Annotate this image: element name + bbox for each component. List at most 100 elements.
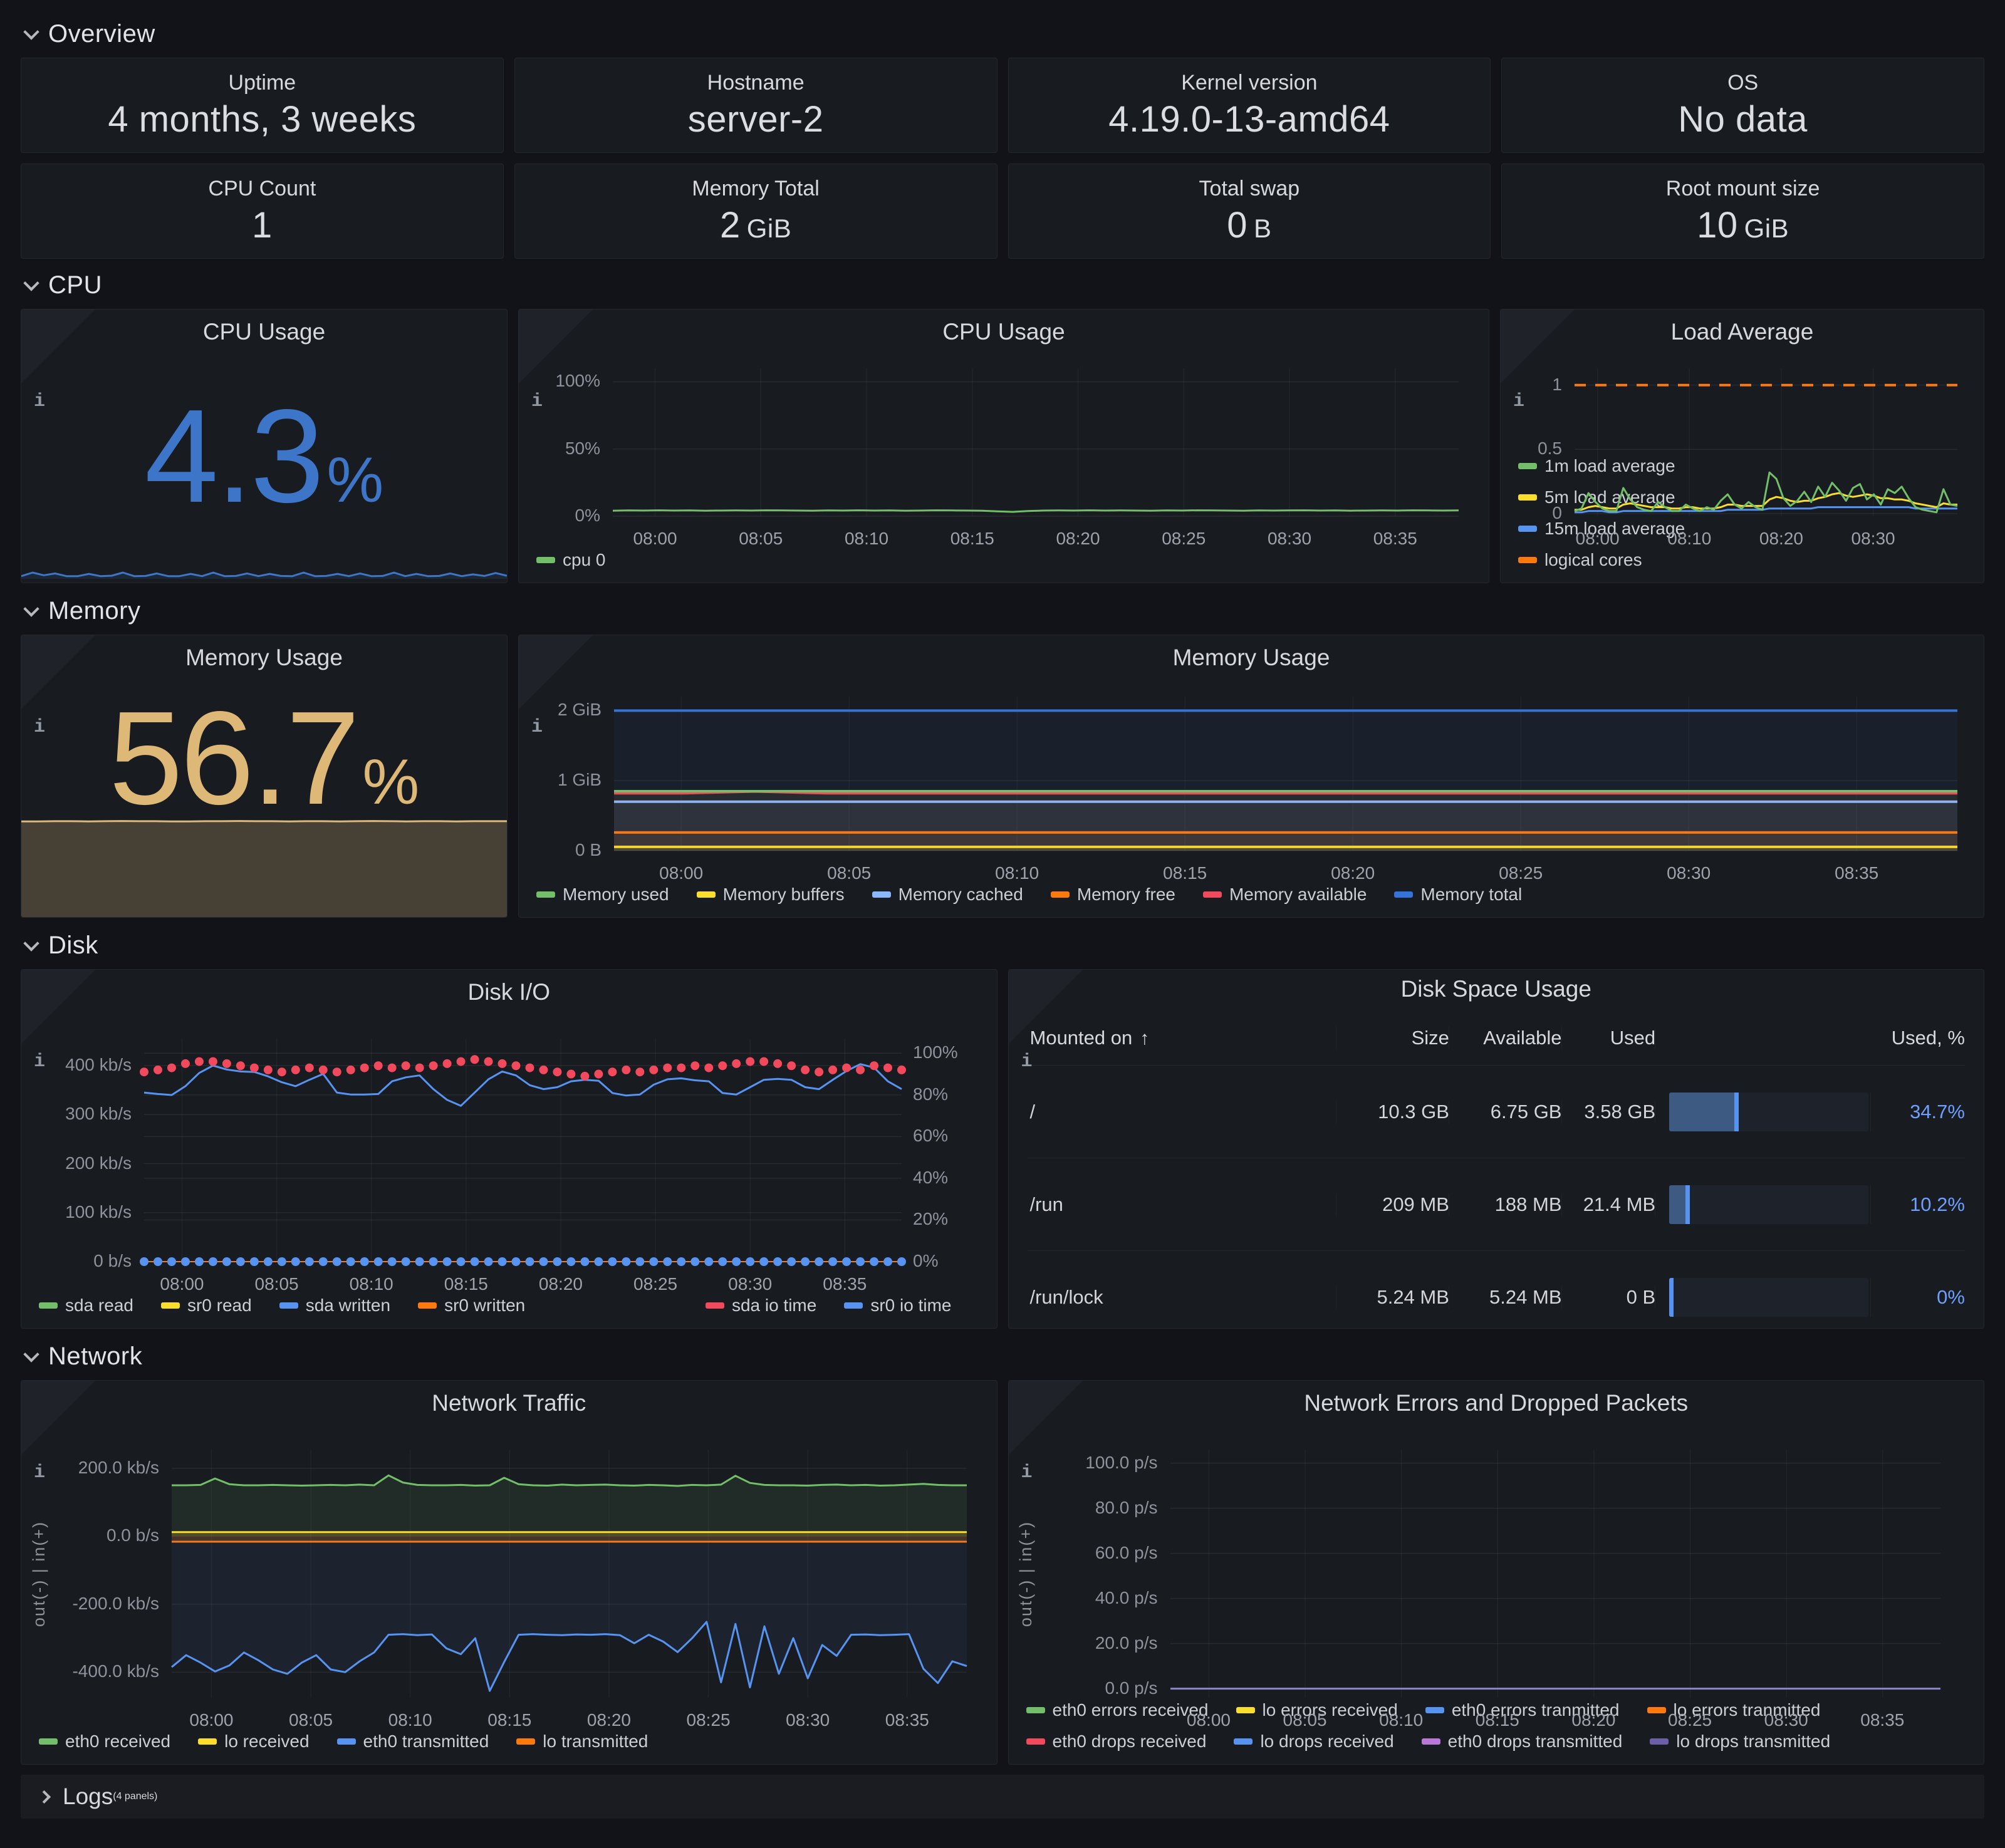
cell-size: 5.24 MB [1336,1286,1449,1309]
panel-title[interactable]: Network Errors and Dropped Packets [1009,1381,1984,1420]
x-axis-tick: 08:20 [587,1710,631,1730]
x-axis-tick: 08:05 [1283,1710,1327,1730]
x-axis-tick: 08:30 [1268,529,1311,549]
stat-label: Total swap [1199,177,1300,201]
cell-used: 0 B [1562,1286,1656,1309]
panel-title[interactable]: Memory Usage [519,635,1984,674]
panel-network-errors: i Network Errors and Dropped Packets 100… [1008,1380,1985,1765]
section-header-network[interactable]: Network [21,1339,1984,1374]
panel-title[interactable]: Network Traffic [21,1381,997,1420]
network-errors-chart[interactable]: 100.0 p/s80.0 p/s60.0 p/s40.0 p/s20.0 p/… [1009,1420,1984,1698]
stat-panel: Root mount size 10GiB [1501,164,1984,259]
stat-panel: Uptime 4 months, 3 weeks [21,58,504,153]
y-axis-tick: 20% [913,1209,948,1229]
panel-memory-usage-gauge: i Memory Usage 56.7% [21,635,508,918]
section-label: Overview [48,20,155,48]
cell-available: 6.75 GB [1449,1101,1562,1123]
x-axis-tick: 08:05 [739,529,783,549]
chevron-down-icon [23,24,39,39]
memory-usage-value: 56.7% [109,692,419,824]
table-row: / 10.3 GB 6.75 GB 3.58 GB 34.7% [1028,1065,1966,1158]
y-axis-tick: 0.5 [1501,439,1562,459]
table-row: /run 209 MB 188 MB 21.4 MB 10.2% [1028,1158,1966,1250]
stats-grid: Uptime 4 months, 3 weeksHostname server-… [21,58,1984,259]
stat-panel: Hostname server-2 [514,58,997,153]
x-axis-tick: 08:30 [1667,863,1711,883]
column-header-available[interactable]: Available [1449,1027,1562,1049]
panel-title[interactable]: CPU Usage [519,309,1489,348]
panel-disk-io: i Disk I/O 400 kb/s300 kb/s200 kb/s100 k… [21,969,997,1329]
y-axis-tick: 0 [1501,503,1562,523]
x-axis-tick: 08:30 [786,1710,830,1730]
stat-panel: CPU Count 1 [21,164,504,259]
stat-value: 0B [1227,201,1271,258]
cpu-usage-chart[interactable]: 100%50%0%08:0008:0508:1008:1508:2008:250… [519,348,1489,548]
panel-title[interactable]: Disk Space Usage [1009,970,1984,1002]
stat-label: Root mount size [1666,177,1820,201]
panel-load-average: i Load Average 10.5008:0008:1008:2008:30… [1500,309,1984,583]
stat-panel: Kernel version 4.19.0-13-amd64 [1008,58,1491,153]
x-axis-tick: 08:30 [728,1274,772,1294]
y-axis-tick: 1 GiB [519,770,602,790]
panel-info-icon[interactable]: i [519,309,593,383]
section-header-overview[interactable]: Overview [21,16,1984,51]
section-label: Disk [48,932,98,960]
x-axis-tick: 08:05 [827,863,871,883]
stat-value: server-2 [688,95,824,152]
x-axis-tick: 08:10 [995,863,1039,883]
cell-available: 188 MB [1449,1193,1562,1216]
panel-info-icon[interactable]: i [21,635,95,709]
memory-usage-chart[interactable]: 2 GiB1 GiB0 B08:0008:0508:1008:1508:2008… [519,674,1984,882]
y-axis-tick: 80% [913,1084,948,1104]
x-axis-tick: 08:35 [823,1274,867,1294]
panel-cpu-usage-chart: i CPU Usage 100%50%0%08:0008:0508:1008:1… [518,309,1489,583]
x-axis-tick: 08:25 [633,1274,677,1294]
column-header-used-pct[interactable]: Used, % [1871,1027,1965,1049]
section-header-cpu[interactable]: CPU [21,267,1984,303]
panel-network-traffic: i Network Traffic 200.0 kb/s0.0 b/s-200.… [21,1380,997,1765]
stat-label: Memory Total [692,177,819,201]
chevron-right-icon [38,1790,51,1803]
x-axis-tick: 08:15 [1476,1710,1519,1730]
x-axis-tick: 08:10 [1379,1710,1423,1730]
x-axis-tick: 08:00 [160,1274,204,1294]
stat-label: Hostname [707,71,805,95]
panel-info-icon[interactable]: i [1501,309,1575,383]
column-header-size[interactable]: Size [1336,1027,1449,1049]
stat-label: OS [1727,71,1758,95]
disk-io-chart[interactable]: 400 kb/s300 kb/s200 kb/s100 kb/s0 b/s100… [21,1009,997,1293]
x-axis-tick: 08:30 [1851,529,1895,549]
stat-label: CPU Count [208,177,316,201]
x-axis-tick: 08:20 [1571,1710,1615,1730]
panel-info-icon[interactable]: i [1009,1381,1083,1455]
x-axis-tick: 08:20 [539,1274,583,1294]
section-header-logs[interactable]: Logs (4 panels) [21,1775,1984,1819]
x-axis-tick: 08:05 [255,1274,299,1294]
stat-value: 2GiB [720,201,791,258]
disk-table-header: Mounted on↑ Size Available Used Used, % [1028,1011,1966,1065]
network-traffic-chart[interactable]: 200.0 kb/s0.0 b/s-200.0 kb/s-400.0 kb/s0… [21,1420,997,1729]
cpu-sparkline [21,542,507,583]
panel-info-icon[interactable]: i [21,1381,95,1455]
panel-info-icon[interactable]: i [1009,970,1083,1044]
stat-value: 10GiB [1697,201,1789,258]
panel-info-icon[interactable]: i [519,635,593,709]
section-header-memory[interactable]: Memory [21,593,1984,628]
y-axis-label: out(-) | in(+) [1016,1520,1036,1626]
y-axis-tick: 200 kb/s [21,1153,132,1173]
panel-info-icon[interactable]: i [21,309,95,383]
cell-mounted-on: / [1028,1101,1337,1123]
panel-info-icon[interactable]: i [21,970,95,1044]
stat-label: Kernel version [1181,71,1317,95]
section-header-disk[interactable]: Disk [21,928,1984,963]
x-axis-tick: 08:25 [687,1710,731,1730]
x-axis-tick: 08:35 [885,1710,929,1730]
x-axis-tick: 08:25 [1499,863,1543,883]
panel-disk-space-usage: i Disk Space Usage Mounted on↑ Size Avai… [1008,969,1985,1329]
y-axis-label: out(-) | in(+) [29,1520,49,1626]
x-axis-tick: 08:15 [444,1274,488,1294]
cell-usage-bar [1655,1278,1871,1317]
panel-title[interactable]: Disk I/O [21,970,997,1009]
column-header-used[interactable]: Used [1562,1027,1656,1049]
disk-table-body: / 10.3 GB 6.75 GB 3.58 GB 34.7%/run 209 … [1028,1065,1966,1329]
